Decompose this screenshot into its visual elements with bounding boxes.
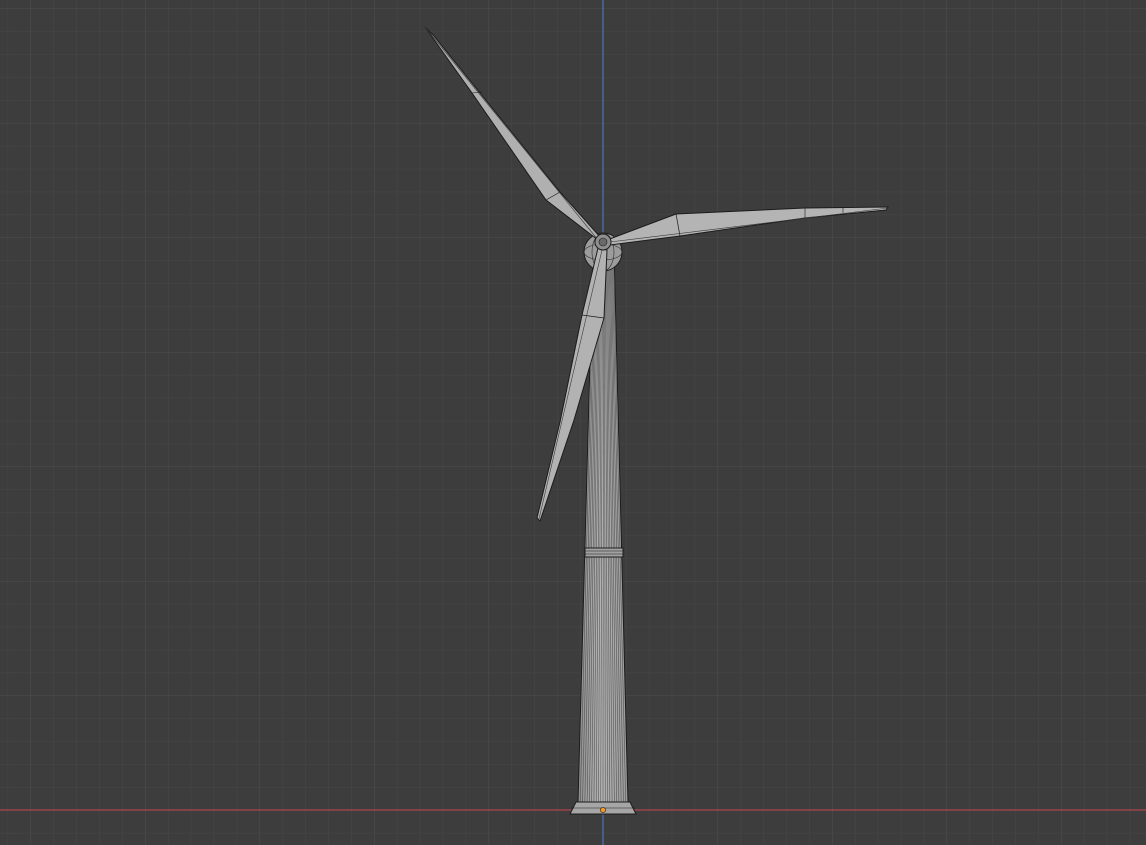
3d-viewport[interactable]	[0, 0, 1146, 845]
object-origin-dot	[600, 807, 606, 813]
viewport-canvas[interactable]	[0, 0, 1146, 845]
hub[interactable]	[594, 233, 612, 251]
tower-flange[interactable]	[584, 547, 624, 558]
